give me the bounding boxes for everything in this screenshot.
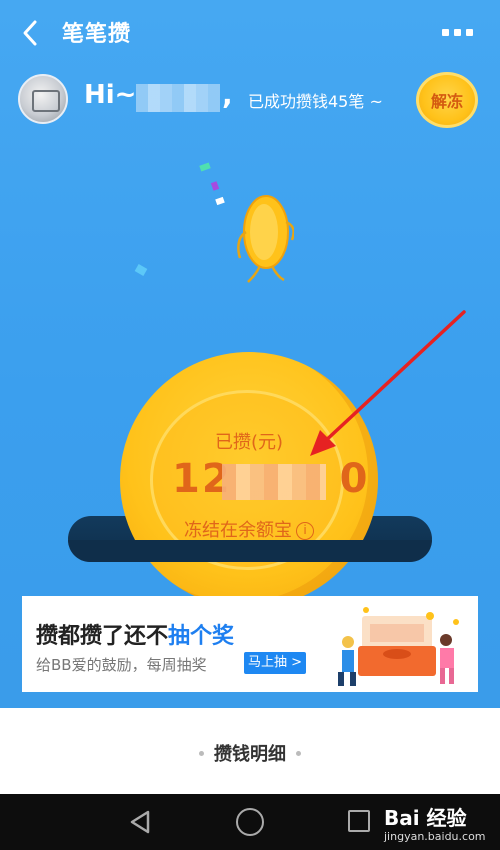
username-blurred (136, 84, 220, 112)
confetti-piece (215, 196, 225, 206)
confetti-piece (199, 162, 211, 172)
more-dots-icon (442, 28, 449, 36)
more-dot (454, 28, 461, 36)
back-button[interactable] (16, 18, 46, 48)
user-row: Hi~ , 已成功攒钱45笔 ~ 解冻 (0, 70, 500, 130)
savings-coin[interactable]: 已攒(元) 12 0 冻结在余额宝 i (120, 352, 378, 608)
amount-last-digit: 0 (339, 456, 370, 502)
info-icon[interactable]: i (296, 522, 314, 540)
more-dot (466, 28, 473, 36)
frozen-note-text: 冻结在余额宝 (184, 520, 292, 541)
header: 笔笔攒 (0, 0, 500, 64)
page-title: 笔笔攒 (62, 22, 132, 47)
divider-dot (296, 751, 301, 756)
saved-count-text[interactable]: 已成功攒钱45笔 ~ (248, 88, 383, 112)
coin-slot-front (68, 540, 432, 562)
unfreeze-button[interactable]: 解冻 (416, 72, 478, 128)
greeting: Hi~ (84, 80, 137, 110)
banner-subtitle: 给BB爱的鼓励，每周抽奖 (36, 656, 207, 674)
banner-title-prefix: 攒都攒了还不 (36, 624, 169, 649)
greeting-comma: , (222, 78, 233, 111)
amount-blurred (222, 464, 326, 500)
triangle-back-icon[interactable] (126, 808, 154, 836)
divider-dot (199, 751, 204, 756)
details-section[interactable]: 攒钱明细 (0, 708, 500, 794)
banner-title: 攒都攒了还不抽个奖 (36, 618, 234, 650)
circle-home-icon[interactable] (236, 808, 264, 836)
system-nav-bar: Bai 经验 jingyan.baidu.com (0, 794, 500, 850)
screen: 笔笔攒 Hi~ , 已成功攒钱45笔 ~ 解冻 已攒(元) 12 0 冻结在余额… (0, 0, 500, 850)
more-button[interactable] (442, 22, 478, 42)
chevron-left-icon (23, 20, 37, 46)
saved-label: 已攒(元) (214, 432, 284, 453)
confetti-piece (210, 181, 220, 191)
square-recent-icon[interactable] (348, 810, 370, 832)
banner-title-highlight: 抽个奖 (168, 624, 235, 649)
app-background: 笔笔攒 Hi~ , 已成功攒钱45笔 ~ 解冻 已攒(元) 12 0 冻结在余额… (0, 0, 500, 708)
coin-mascot-icon (237, 195, 294, 283)
lottery-banner[interactable]: 攒都攒了还不抽个奖 给BB爱的鼓励，每周抽奖 马上抽 > (22, 596, 478, 692)
confetti-piece (134, 264, 148, 276)
details-title: 攒钱明细 (0, 740, 500, 766)
details-title-text: 攒钱明细 (214, 744, 286, 765)
watermark-brand: Bai 经验 (384, 806, 467, 830)
watermark-url: jingyan.baidu.com (384, 830, 486, 843)
gift-illustration-icon (338, 607, 459, 686)
draw-now-button[interactable]: 马上抽 > (244, 652, 306, 674)
avatar[interactable] (18, 74, 68, 124)
frozen-note: 冻结在余额宝 i (120, 516, 378, 542)
